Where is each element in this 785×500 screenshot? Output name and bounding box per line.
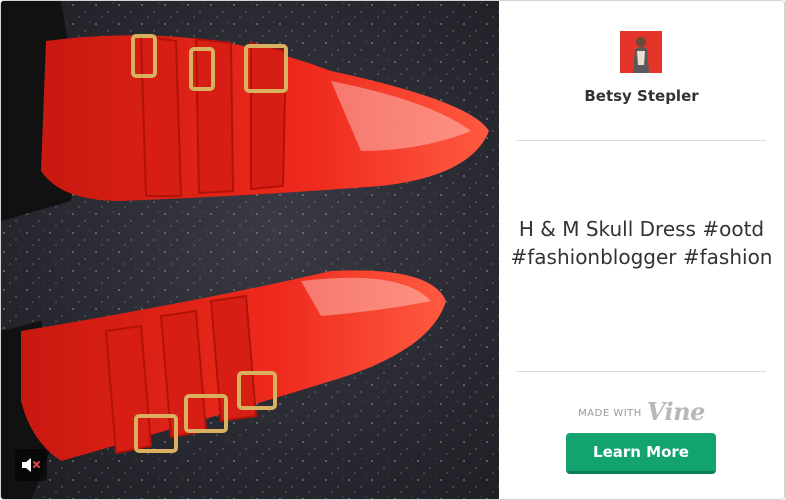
post-caption: H & M Skull Dress #ootd #fashionblogger … xyxy=(510,217,773,269)
speaker-muted-icon xyxy=(21,457,41,473)
made-with-vine[interactable]: MADE WITH Vine xyxy=(499,397,784,426)
divider xyxy=(516,140,766,141)
author-name[interactable]: Betsy Stepler xyxy=(499,87,784,105)
mute-toggle-button[interactable] xyxy=(15,449,47,481)
author-avatar[interactable] xyxy=(620,31,662,73)
post-sidebar: Betsy Stepler H & M Skull Dress #ootd #f… xyxy=(499,1,784,499)
learn-more-button[interactable]: Learn More xyxy=(566,433,716,474)
video-player[interactable] xyxy=(1,1,499,499)
vine-embed-card: Betsy Stepler H & M Skull Dress #ootd #f… xyxy=(0,0,785,500)
divider xyxy=(516,371,766,372)
made-with-label: MADE WITH xyxy=(578,407,642,419)
vine-logo[interactable]: Vine xyxy=(647,397,706,426)
video-frame xyxy=(1,1,499,499)
